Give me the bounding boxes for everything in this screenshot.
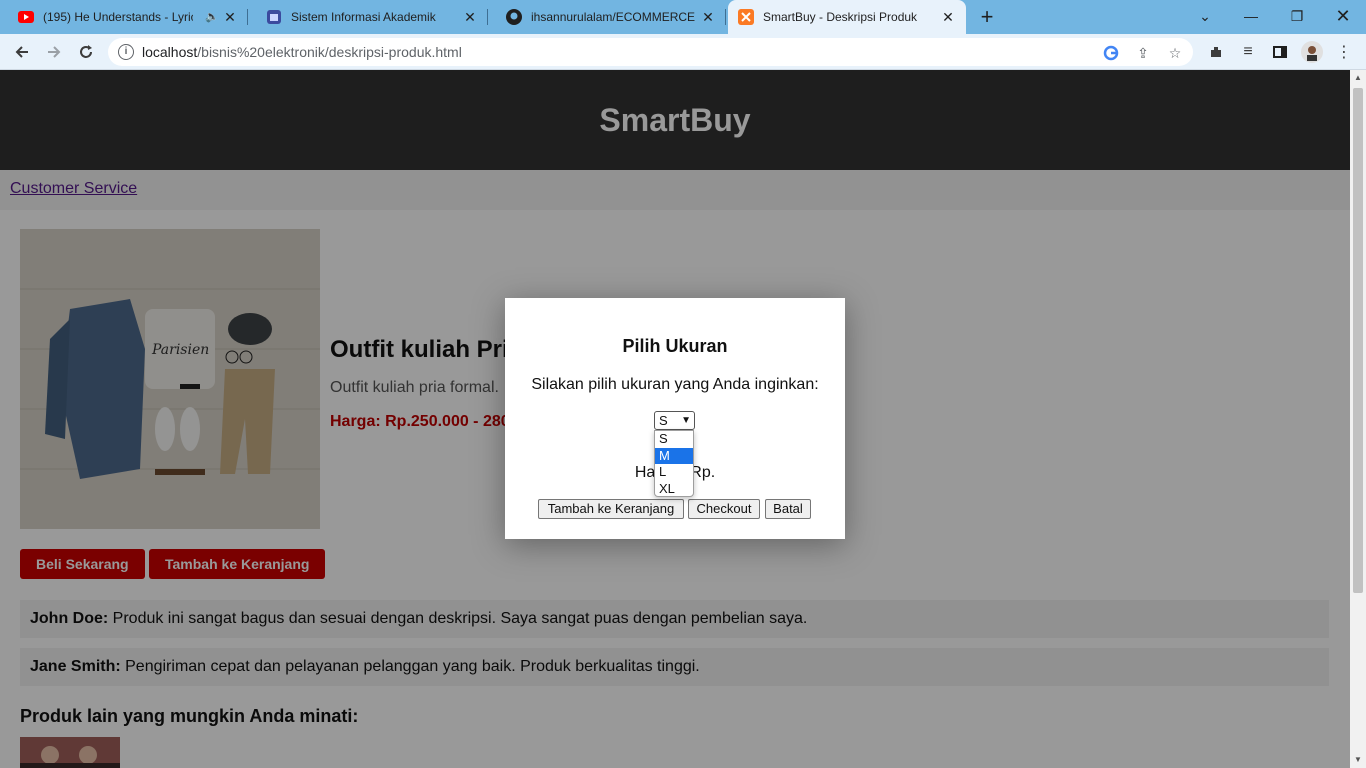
- page-viewport: SmartBuy Customer Service Parisien Outfi…: [0, 70, 1350, 768]
- size-select[interactable]: S ▼: [654, 411, 695, 430]
- modal-checkout-button[interactable]: Checkout: [688, 499, 760, 519]
- modal-message: Silakan pilih ukuran yang Anda inginkan:: [531, 376, 819, 393]
- size-dropdown-list: S M L XL: [654, 430, 694, 497]
- close-window-button[interactable]: ✕: [1320, 0, 1366, 32]
- tab-strip: (195) He Understands - Lyric 🔈 ✕ Sistem …: [0, 0, 1366, 34]
- page-scrollbar[interactable]: ▲ ▼: [1350, 70, 1366, 768]
- chevron-down-icon: ▼: [681, 415, 691, 426]
- address-bar[interactable]: i localhost/bisnis%20elektronik/deskrips…: [108, 38, 1193, 66]
- new-tab-button[interactable]: +: [976, 5, 998, 29]
- close-tab-icon[interactable]: ✕: [940, 9, 956, 25]
- extensions-icon[interactable]: [1204, 40, 1228, 64]
- tab-search-icon[interactable]: ⌄: [1182, 0, 1228, 32]
- media-control-icon[interactable]: ≡: [1236, 40, 1260, 64]
- close-tab-icon[interactable]: ✕: [700, 9, 716, 25]
- size-option-m[interactable]: M: [655, 447, 693, 464]
- size-option-xl[interactable]: XL: [655, 481, 693, 498]
- size-select-value: S: [659, 413, 668, 428]
- share-icon[interactable]: ⇪: [1134, 44, 1152, 62]
- close-tab-icon[interactable]: ✕: [222, 9, 238, 25]
- modal-title: Pilih Ukuran: [622, 336, 728, 356]
- tab-smartbuy[interactable]: SmartBuy - Deskripsi Produk ✕: [728, 0, 966, 34]
- github-icon: [506, 9, 522, 25]
- menu-kebab-icon[interactable]: ⋮: [1332, 40, 1356, 64]
- academic-icon: [266, 9, 282, 25]
- size-modal: Pilih Ukuran Silakan pilih ukuran yang A…: [505, 298, 845, 539]
- tab-siakad[interactable]: Sistem Informasi Akademik ✕: [248, 0, 488, 34]
- forward-icon[interactable]: [42, 40, 66, 64]
- tab-youtube[interactable]: (195) He Understands - Lyric 🔈 ✕: [0, 0, 248, 34]
- close-tab-icon[interactable]: ✕: [462, 9, 478, 25]
- size-option-s[interactable]: S: [655, 431, 693, 448]
- speaker-icon[interactable]: 🔈: [205, 10, 219, 23]
- xampp-icon: [738, 9, 754, 25]
- google-icon[interactable]: [1102, 44, 1120, 62]
- site-info-icon[interactable]: i: [118, 44, 134, 60]
- modal-cancel-button[interactable]: Batal: [765, 499, 811, 519]
- url-text: localhost/bisnis%20elektronik/deskripsi-…: [142, 44, 462, 60]
- profile-avatar[interactable]: [1300, 40, 1324, 64]
- scroll-down-icon[interactable]: ▼: [1353, 755, 1363, 765]
- minimize-button[interactable]: —: [1228, 0, 1274, 32]
- reload-icon[interactable]: [74, 40, 98, 64]
- back-icon[interactable]: [10, 40, 34, 64]
- scroll-up-icon[interactable]: ▲: [1353, 73, 1363, 83]
- browser-toolbar: i localhost/bisnis%20elektronik/deskrips…: [0, 34, 1366, 70]
- tab-github[interactable]: ihsannurulalam/ECOMMERCE ✕: [488, 0, 726, 34]
- bookmark-star-icon[interactable]: ☆: [1166, 44, 1184, 62]
- youtube-icon: [18, 9, 34, 25]
- restore-button[interactable]: ❐: [1274, 0, 1320, 32]
- scrollbar-thumb[interactable]: [1353, 88, 1363, 593]
- modal-add-to-cart-button[interactable]: Tambah ke Keranjang: [538, 499, 684, 519]
- size-option-l[interactable]: L: [655, 464, 693, 481]
- side-panel-icon[interactable]: [1268, 40, 1292, 64]
